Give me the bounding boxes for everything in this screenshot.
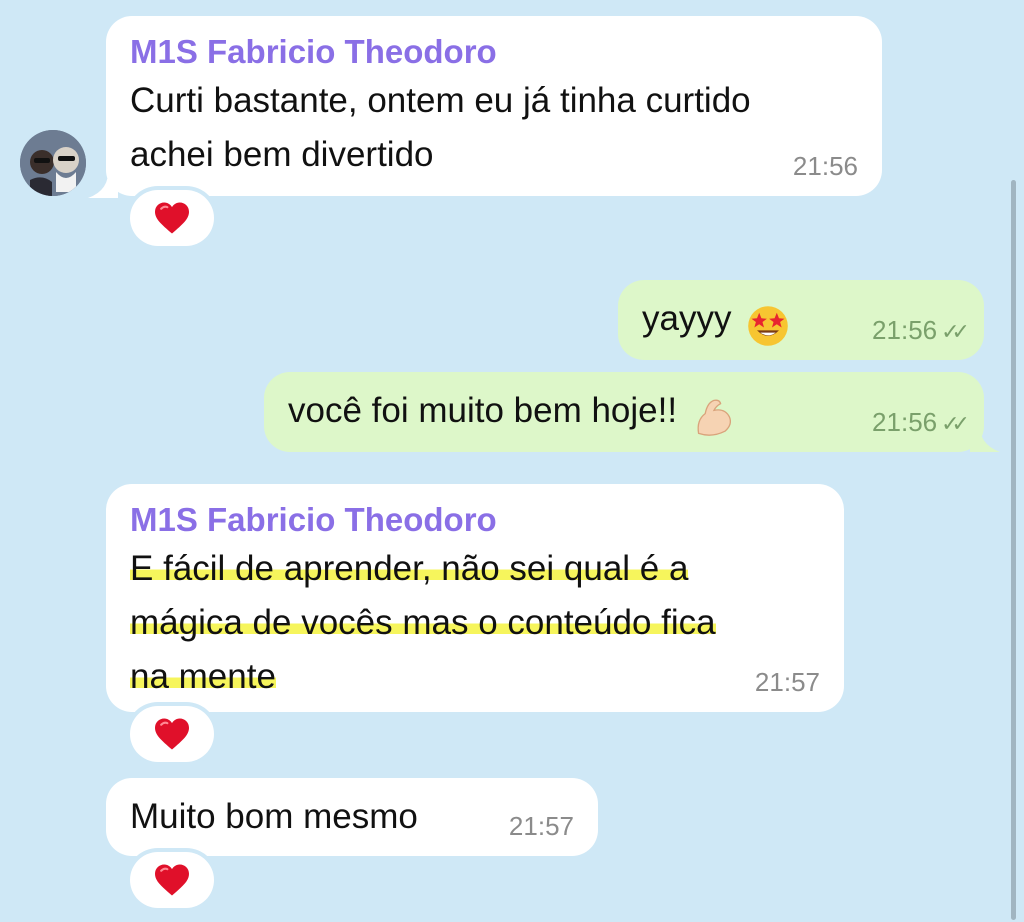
message-bubble[interactable]: você foi muito bem hoje!! 21:56 ✓✓ — [264, 372, 984, 452]
timestamp: 21:56 ✓✓ — [872, 407, 970, 438]
sender-name[interactable]: M1S Fabricio Theodoro — [130, 498, 820, 542]
message-text: E fácil de aprender, não sei qual é a — [130, 542, 820, 596]
reaction-badge[interactable] — [130, 190, 214, 246]
highlighted-text: E fácil de aprender, não sei qual é a — [130, 549, 689, 588]
message-text: yayyy — [642, 299, 732, 338]
timestamp: 21:56 ✓✓ — [872, 315, 970, 346]
flexed-biceps-emoji — [697, 399, 731, 436]
chat-view: M1S Fabricio Theodoro Curti bastante, on… — [0, 0, 1024, 922]
scrollbar[interactable] — [1011, 180, 1016, 920]
reaction-badge[interactable] — [130, 852, 214, 908]
reaction-badge[interactable] — [130, 706, 214, 762]
timestamp-text: 21:56 — [872, 407, 938, 437]
heart-icon — [155, 202, 189, 234]
message-text: Muito bom mesmo — [130, 797, 418, 836]
heart-icon — [155, 864, 189, 896]
message-bubble[interactable]: yayyy 21:56 ✓✓ — [618, 280, 984, 360]
message-text: mágica de vocês mas o conteúdo fica — [130, 596, 820, 650]
message-bubble[interactable]: M1S Fabricio Theodoro E fácil de aprende… — [106, 484, 844, 712]
star-struck-emoji — [748, 305, 788, 346]
message-text: na mente — [130, 650, 820, 704]
avatar[interactable] — [20, 130, 86, 196]
timestamp-text: 21:56 — [872, 315, 938, 345]
timestamp: 21:56 — [792, 151, 858, 181]
message-bubble[interactable]: M1S Fabricio Theodoro Curti bastante, on… — [106, 16, 882, 196]
message-text: você foi muito bem hoje!! — [288, 391, 678, 430]
double-check-icon: ✓✓ — [941, 319, 970, 344]
heart-icon — [155, 718, 189, 750]
message-text: Curti bastante, ontem eu já tinha curtid… — [130, 81, 751, 120]
message-bubble[interactable]: Muito bom mesmo 21:57 — [106, 778, 598, 856]
highlighted-text: mágica de vocês mas o conteúdo fica — [130, 603, 716, 642]
sender-name[interactable]: M1S Fabricio Theodoro — [130, 30, 858, 74]
timestamp: 21:57 — [508, 811, 574, 841]
timestamp: 21:57 — [754, 667, 820, 697]
highlighted-text: na mente — [130, 657, 276, 696]
double-check-icon: ✓✓ — [941, 411, 970, 436]
message-text: achei bem divertido — [130, 135, 434, 174]
